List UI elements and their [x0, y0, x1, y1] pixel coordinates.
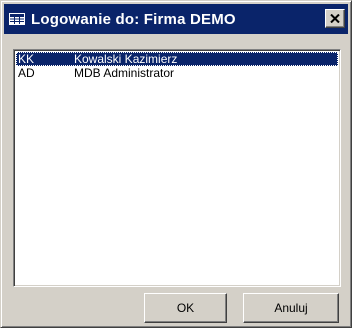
table-icon — [9, 13, 25, 25]
list-item[interactable]: KK Kowalski Kazimierz — [16, 52, 338, 66]
title-bar[interactable]: Logowanie do: Firma DEMO — [4, 4, 348, 34]
close-button[interactable] — [325, 9, 345, 28]
ok-button[interactable]: OK — [144, 293, 227, 323]
close-icon — [330, 10, 340, 28]
list-item[interactable]: AD MDB Administrator — [16, 66, 338, 80]
user-code: KK — [18, 52, 35, 66]
user-name: MDB Administrator — [74, 66, 175, 80]
cancel-button[interactable]: Anuluj — [243, 293, 339, 323]
window-title: Logowanie do: Firma DEMO — [31, 10, 236, 28]
user-name: Kowalski Kazimierz — [74, 52, 178, 66]
user-code: AD — [18, 66, 35, 80]
user-list[interactable]: KK Kowalski Kazimierz AD MDB Administrat… — [13, 49, 341, 287]
login-dialog: Logowanie do: Firma DEMO KK Kowalski Kaz… — [0, 0, 352, 328]
